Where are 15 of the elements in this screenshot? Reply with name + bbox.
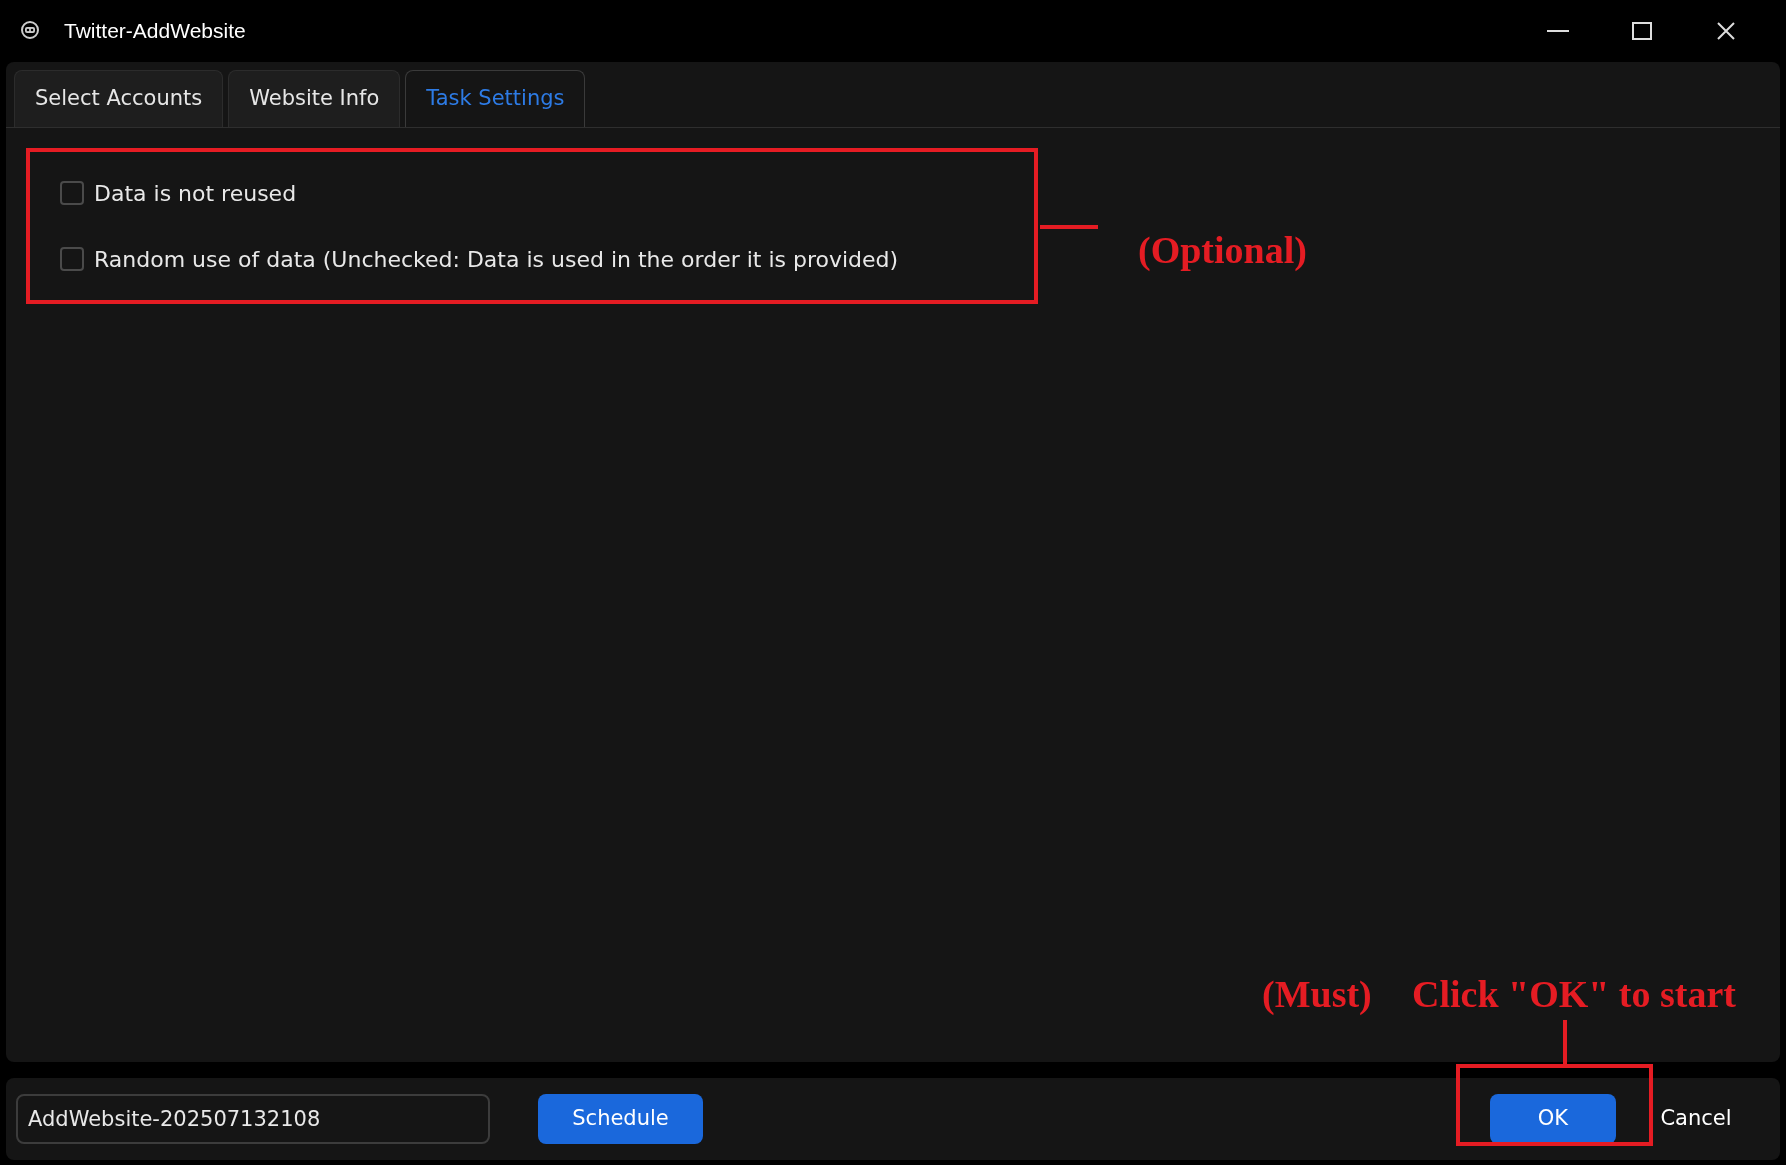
checkbox[interactable] bbox=[60, 247, 84, 271]
tab[interactable]: Website Info bbox=[228, 70, 401, 127]
ok-button[interactable]: OK bbox=[1490, 1094, 1616, 1144]
schedule-button[interactable]: Schedule bbox=[538, 1094, 703, 1144]
annotation-text: (Optional) bbox=[1138, 228, 1307, 273]
checkbox-label: Data is not reused bbox=[94, 179, 297, 208]
tab[interactable]: Task Settings bbox=[405, 70, 586, 127]
cancel-button[interactable]: Cancel bbox=[1626, 1094, 1766, 1144]
tab[interactable]: Select Accounts bbox=[14, 70, 224, 127]
task-name-field[interactable]: AddWebsite-202507132108 bbox=[16, 1094, 490, 1144]
checkbox-label: Random use of data (Unchecked: Data is used in the order it is provided) bbox=[94, 245, 899, 274]
annotation-text: Click "OK" to start bbox=[1412, 972, 1736, 1017]
annotation-text: (Must) bbox=[1262, 972, 1372, 1017]
checkbox[interactable] bbox=[60, 181, 84, 205]
window-title: Twitter-AddWebsite bbox=[64, 18, 246, 45]
